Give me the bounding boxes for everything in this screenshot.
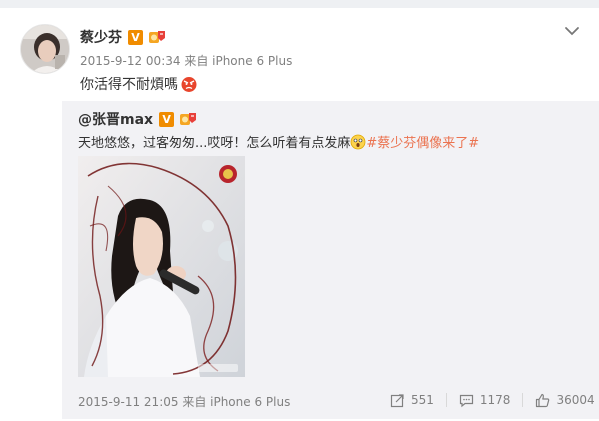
medal-icon: [180, 113, 197, 125]
chevron-down-icon[interactable]: [563, 24, 581, 38]
repost-author-name[interactable]: @张晋max: [78, 109, 153, 129]
repost-meta: 2015-9-11 21:05 来自 iPhone 6 Plus: [78, 395, 291, 409]
repost-text-row: 天地悠悠，过客匆匆...哎呀！怎么听着有点发麻 #蔡少芬偶像来了#: [78, 132, 479, 151]
comment-action[interactable]: 1178: [459, 391, 511, 409]
post-author-row: 蔡少芬 V: [80, 27, 166, 47]
repost-icon: [390, 393, 404, 407]
comment-icon: [459, 394, 474, 407]
action-separator: [522, 393, 524, 407]
repost-action[interactable]: 551: [390, 391, 434, 409]
post-meta: 2015-9-12 00:34 来自 iPhone 6 Plus: [80, 54, 293, 68]
avatar-photo: [21, 25, 69, 73]
avatar[interactable]: [20, 24, 70, 74]
repost-count: 551: [411, 393, 434, 407]
repost-text: 天地悠悠，过客匆匆...哎呀！怎么听着有点发麻: [78, 136, 351, 151]
like-count: 36004: [556, 393, 595, 407]
medal-icon: [149, 31, 165, 43]
comment-count: 1178: [479, 393, 511, 407]
photo-image: [78, 156, 245, 377]
post-author-name[interactable]: 蔡少芬: [80, 27, 122, 47]
post-text: 你活得不耐煩嗎: [80, 77, 178, 93]
angry-face-emoji: [181, 77, 197, 92]
hashtag-link[interactable]: #蔡少芬偶像来了#: [366, 132, 479, 151]
action-separator: [445, 393, 447, 407]
repost-panel: @张晋max V 天地悠悠，过客匆匆...哎呀！怎么听着有点发麻 #蔡少芬偶像来…: [62, 101, 599, 419]
weibo-post-card: 蔡少芬 V 2015-9-12 00:34 来自 iPhone 6 Plus 你…: [0, 8, 599, 421]
like-icon: [536, 393, 550, 407]
like-action[interactable]: 36004: [535, 391, 595, 409]
post-text-row: 你活得不耐煩嗎: [80, 74, 198, 94]
verified-badge-icon: V: [159, 111, 175, 127]
action-bar: 551 1178 36004: [390, 391, 595, 409]
surprised-face-emoji: [351, 134, 366, 149]
top-divider: [0, 0, 599, 8]
repost-author-row: @张晋max V: [78, 109, 197, 129]
verified-badge-icon: V: [128, 29, 143, 45]
repost-photo[interactable]: [78, 156, 245, 377]
